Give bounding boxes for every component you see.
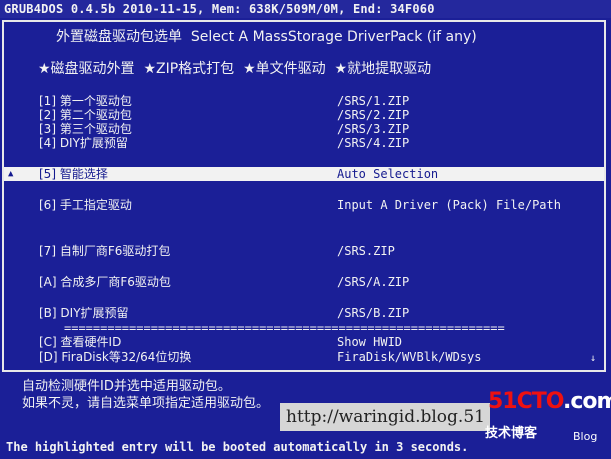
menu-entry-label: [1] 第一个驱动包: [39, 94, 132, 108]
down-arrow-icon: ↓: [590, 353, 597, 364]
51cto-logo: 51CTO.com: [488, 391, 611, 413]
logo-main: 51CTO: [488, 389, 564, 414]
menu-entry-label: [C] 查看硬件ID: [39, 335, 122, 349]
menu-entry-d[interactable]: [D] FiraDisk等32/64位切换 FiraDisk/WVBlk/WDs…: [4, 350, 604, 364]
menu-frame: 外置磁盘驱动包选单 Select A MassStorage DriverPac…: [2, 20, 606, 372]
menu-entry-label: [6] 手工指定驱动: [39, 198, 132, 212]
menu-entry-label: [4] DIY扩展预留: [39, 136, 128, 150]
menu-entry-value: Auto Selection: [337, 167, 439, 181]
up-arrow-icon: ▲: [8, 169, 14, 179]
menu-entry-label: [D] FiraDisk等32/64位切换: [39, 350, 192, 364]
menu-entry-value: /SRS/4.ZIP: [337, 136, 410, 150]
menu-entry-value: /SRS/2.ZIP: [337, 108, 410, 122]
footnote-line-2: 如果不灵，请自选菜单项指定适用驱动包。: [22, 396, 270, 411]
menu-entry-3[interactable]: [3] 第三个驱动包 /SRS/3.ZIP: [4, 122, 604, 136]
menu-entry-5-selected[interactable]: ▲ [5] 智能选择 Auto Selection: [4, 167, 604, 181]
menu-entry-label: [2] 第二个驱动包: [39, 108, 132, 122]
status-bar-text: GRUB4DOS 0.4.5b 2010-11-15, Mem: 638K/50…: [4, 2, 435, 16]
footnote-line-1: 自动检测硬件ID并选中适用驱动包。: [22, 379, 231, 394]
menu-entry-label: [7] 自制厂商F6驱动打包: [39, 244, 171, 258]
menu-entry-value: FiraDisk/WVBlk/WDsys: [337, 350, 482, 364]
menu-separator: ========================================…: [64, 321, 505, 335]
menu-entry-a[interactable]: [A] 合成多厂商F6驱动包 /SRS/A.ZIP: [4, 275, 604, 289]
menu-entry-label: [3] 第三个驱动包: [39, 122, 132, 136]
menu-entry-6[interactable]: [6] 手工指定驱动 Input A Driver (Pack) File/Pa…: [4, 198, 604, 212]
menu-entry-value: /SRS/1.ZIP: [337, 94, 410, 108]
menu-entry-label: [B] DIY扩展预留: [39, 306, 129, 320]
menu-entry-value: /SRS/A.ZIP: [337, 275, 410, 289]
logo-subtitle: 技术博客: [485, 426, 538, 441]
menu-entry-2[interactable]: [2] 第二个驱动包 /SRS/2.ZIP: [4, 108, 604, 122]
menu-entry-value: Input A Driver (Pack) File/Path: [337, 198, 561, 212]
menu-entry-value: Show HWID: [337, 335, 403, 349]
status-bar: GRUB4DOS 0.4.5b 2010-11-15, Mem: 638K/50…: [0, 0, 611, 18]
menu-entry-c[interactable]: [C] 查看硬件ID Show HWID: [4, 335, 604, 349]
menu-entry-value: /SRS/3.ZIP: [337, 122, 410, 136]
logo-blog: Blog: [573, 430, 598, 443]
menu-entry-1[interactable]: [1] 第一个驱动包 /SRS/1.ZIP: [4, 94, 604, 108]
menu-entry-value: /SRS/B.ZIP: [337, 306, 410, 320]
logo-suffix: .com: [563, 389, 611, 414]
watermark-url: http://waringid.blog.51: [280, 403, 490, 431]
menu-entry-4[interactable]: [4] DIY扩展预留 /SRS/4.ZIP: [4, 136, 604, 150]
menu-entry-value: /SRS.ZIP: [337, 244, 395, 258]
menu-entry-7[interactable]: [7] 自制厂商F6驱动打包 /SRS.ZIP: [4, 244, 604, 258]
menu-title: 外置磁盘驱动包选单 Select A MassStorage DriverPac…: [56, 29, 477, 45]
feature-list: ★磁盘驱动外置 ★ZIP格式打包 ★单文件驱动 ★就地提取驱动: [38, 61, 432, 77]
menu-entry-label: [5] 智能选择: [39, 167, 108, 181]
menu-entry-label: [A] 合成多厂商F6驱动包: [39, 275, 171, 289]
menu-entry-b[interactable]: [B] DIY扩展预留 /SRS/B.ZIP: [4, 306, 604, 320]
boot-countdown-message: The highlighted entry will be booted aut…: [6, 440, 469, 454]
